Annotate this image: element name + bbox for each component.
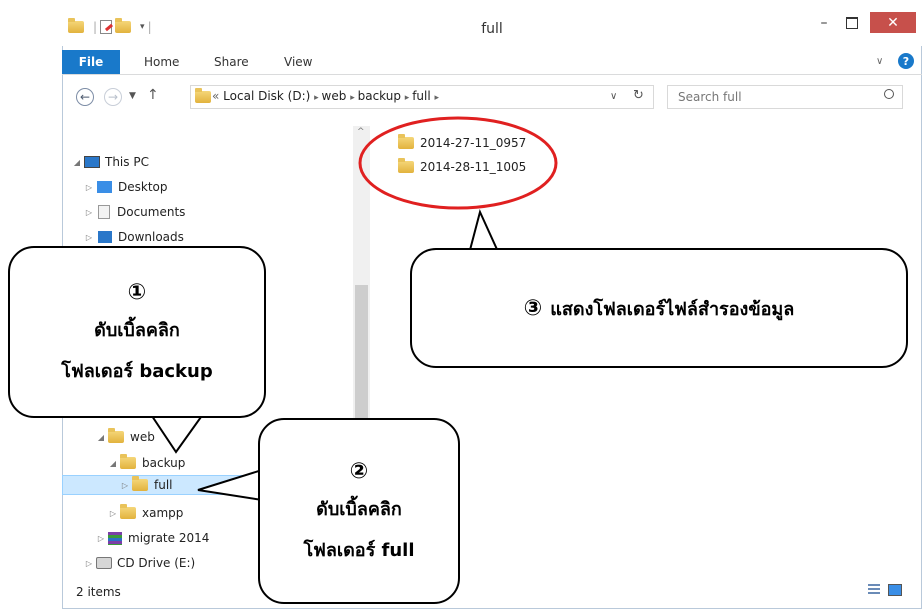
highlight-circle — [358, 116, 558, 210]
callout-double-click-full: ② ดับเบิ้ลคลิก โฟลเดอร์ full — [258, 418, 460, 604]
callout-tail-2 — [197, 468, 263, 502]
callout-double-click-backup: ① ดับเบิ้ลคลิก โฟลเดอร์ backup — [8, 246, 266, 418]
callout-show-backup-folders: ③ แสดงโฟลเดอร์ไฟล์สำรองข้อมูล — [410, 248, 908, 368]
